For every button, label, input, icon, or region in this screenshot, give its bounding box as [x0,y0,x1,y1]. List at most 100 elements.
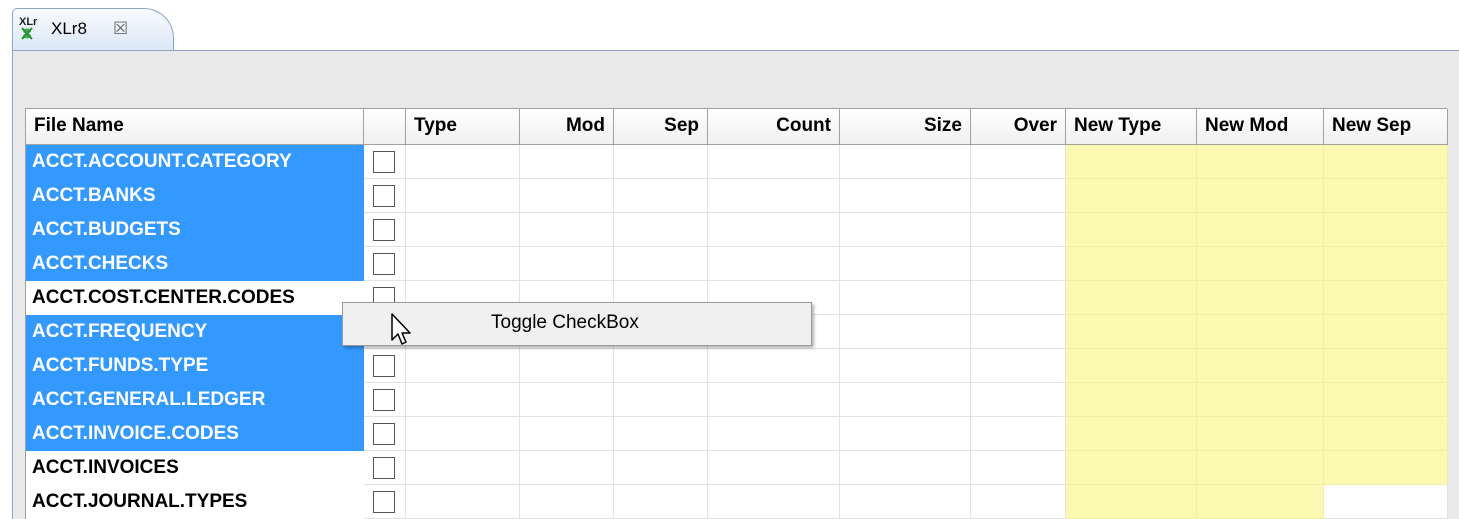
table-cell[interactable] [971,451,1066,485]
table-cell[interactable] [406,145,520,179]
file-name-cell[interactable]: ACCT.JOURNAL.TYPES [26,485,364,519]
table-cell[interactable] [1197,247,1324,281]
table-cell[interactable] [1066,315,1197,349]
table-cell[interactable] [614,145,708,179]
table-cell[interactable] [971,349,1066,383]
table-cell[interactable] [971,485,1066,519]
table-cell[interactable] [520,417,614,451]
column-header-type[interactable]: Type [406,109,520,145]
table-cell[interactable] [1197,281,1324,315]
column-header-file-name[interactable]: File Name [26,109,364,145]
column-header-new-mod[interactable]: New Mod [1197,109,1324,145]
table-cell[interactable] [614,451,708,485]
table-cell[interactable] [614,179,708,213]
file-name-cell[interactable]: ACCT.COST.CENTER.CODES [26,281,364,315]
file-name-cell[interactable]: ACCT.INVOICE.CODES [26,417,364,451]
table-cell[interactable] [840,213,971,247]
table-cell[interactable] [1324,179,1448,213]
file-name-cell[interactable]: ACCT.ACCOUNT.CATEGORY [26,145,364,179]
table-cell[interactable] [520,349,614,383]
table-cell[interactable] [840,315,971,349]
table-cell[interactable] [1066,281,1197,315]
column-header-over[interactable]: Over [971,109,1066,145]
table-cell[interactable] [971,281,1066,315]
table-cell[interactable] [1324,383,1448,417]
table-cell[interactable] [1324,417,1448,451]
row-checkbox[interactable] [373,219,395,241]
table-cell[interactable] [971,383,1066,417]
table-cell[interactable] [614,247,708,281]
table-cell[interactable] [614,213,708,247]
table-cell[interactable] [406,247,520,281]
table-cell[interactable] [1066,417,1197,451]
table-cell[interactable] [840,383,971,417]
file-name-cell[interactable]: ACCT.FUNDS.TYPE [26,349,364,383]
tab-xlr8[interactable]: XLr XLr8 ☒ [12,8,174,50]
table-cell[interactable] [708,485,840,519]
row-checkbox[interactable] [373,355,395,377]
table-cell[interactable] [1324,315,1448,349]
table-cell[interactable] [1066,485,1197,519]
table-cell[interactable] [406,213,520,247]
table-cell[interactable] [708,179,840,213]
table-cell[interactable] [971,145,1066,179]
file-name-cell[interactable]: ACCT.GENERAL.LEDGER [26,383,364,417]
table-cell[interactable] [520,383,614,417]
table-cell[interactable] [840,179,971,213]
column-header-mod[interactable]: Mod [520,109,614,145]
table-cell[interactable] [971,213,1066,247]
table-cell[interactable] [708,247,840,281]
table-cell[interactable] [1197,349,1324,383]
table-cell[interactable] [406,417,520,451]
row-checkbox[interactable] [373,389,395,411]
table-cell[interactable] [1197,451,1324,485]
table-cell[interactable] [614,417,708,451]
table-cell[interactable] [1324,247,1448,281]
file-name-cell[interactable]: ACCT.CHECKS [26,247,364,281]
table-cell[interactable] [614,485,708,519]
table-cell[interactable] [1324,281,1448,315]
table-cell[interactable] [1197,417,1324,451]
column-header-new-sep[interactable]: New Sep [1324,109,1448,145]
table-cell[interactable] [1197,383,1324,417]
table-cell[interactable] [614,383,708,417]
table-cell[interactable] [614,349,708,383]
file-name-cell[interactable]: ACCT.BUDGETS [26,213,364,247]
table-cell[interactable] [1197,315,1324,349]
table-cell[interactable] [971,247,1066,281]
table-cell[interactable] [840,417,971,451]
table-cell[interactable] [1066,383,1197,417]
table-cell[interactable] [840,145,971,179]
table-cell[interactable] [1066,247,1197,281]
table-cell[interactable] [520,247,614,281]
row-checkbox[interactable] [373,253,395,275]
table-cell[interactable] [520,485,614,519]
table-cell[interactable] [1197,145,1324,179]
column-header-new-type[interactable]: New Type [1066,109,1197,145]
table-cell[interactable] [840,349,971,383]
file-name-cell[interactable]: ACCT.INVOICES [26,451,364,485]
table-cell[interactable] [708,213,840,247]
table-cell[interactable] [406,451,520,485]
table-cell[interactable] [708,451,840,485]
table-cell[interactable] [708,145,840,179]
row-checkbox[interactable] [373,457,395,479]
table-cell[interactable] [406,179,520,213]
table-cell[interactable] [840,281,971,315]
table-cell[interactable] [1066,145,1197,179]
table-cell[interactable] [1066,451,1197,485]
row-checkbox[interactable] [373,151,395,173]
table-cell[interactable] [520,451,614,485]
table-cell[interactable] [708,383,840,417]
close-icon[interactable]: ☒ [113,19,128,39]
table-cell[interactable] [708,417,840,451]
table-cell[interactable] [1197,179,1324,213]
table-cell[interactable] [840,451,971,485]
table-cell[interactable] [971,315,1066,349]
table-cell[interactable] [1066,179,1197,213]
file-name-cell[interactable]: ACCT.FREQUENCY [26,315,364,349]
column-header-checkbox[interactable] [364,109,406,145]
table-cell[interactable] [406,383,520,417]
table-cell[interactable] [406,485,520,519]
row-checkbox[interactable] [373,491,395,513]
